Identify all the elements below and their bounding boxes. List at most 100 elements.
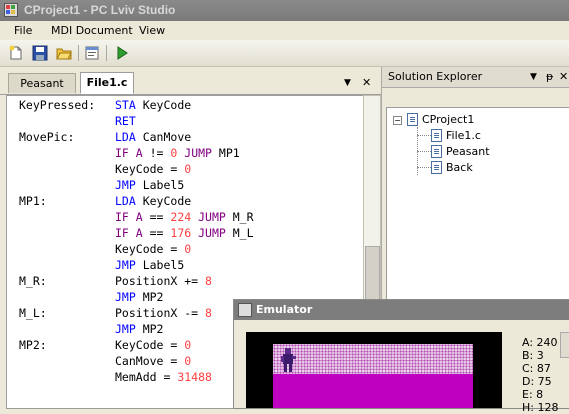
close-document-icon[interactable]: ✕ [362, 76, 371, 89]
document-tab-strip: Peasant File1.c ▼ ✕ [0, 70, 381, 95]
code-instruction: MemAdd = 31488 [115, 370, 212, 384]
emulator-app-icon [238, 303, 252, 317]
tab-peasant[interactable]: Peasant [8, 73, 76, 93]
code-token: PositionX -= [115, 306, 206, 320]
register-e: E: 8 [522, 388, 544, 401]
screen-floor-area [273, 374, 473, 408]
code-token: Label5 [142, 258, 185, 272]
code-token: CanMove [142, 130, 192, 144]
screen-pattern-area [273, 344, 473, 374]
menu-file[interactable]: File [14, 24, 32, 37]
code-token: LDA [115, 130, 143, 144]
emulator-title-bar[interactable]: Emulator [234, 300, 569, 320]
menu-mdi-document[interactable]: MDI Document [51, 24, 133, 37]
code-token: MemAdd = [115, 370, 178, 384]
code-instruction: KeyCode = 0 [115, 242, 191, 256]
code-token: JMP [115, 290, 143, 304]
code-instruction: CanMove = 0 [115, 354, 191, 368]
code-instruction: JMP MP2 [115, 290, 163, 304]
code-token: 0 [184, 162, 192, 176]
code-token: JUMP [198, 226, 233, 240]
code-token: KeyCode [142, 194, 192, 208]
peasant-sprite [281, 348, 296, 372]
code-instruction: IF A != 0 JUMP MP1 [115, 146, 240, 160]
window-title: CProject1 - PC Lviv Studio [24, 3, 176, 17]
properties-icon[interactable] [84, 45, 100, 61]
code-instruction: IF A == 176 JUMP M_L [115, 226, 254, 240]
project-icon [407, 113, 418, 126]
code-label: MP1: [19, 194, 47, 208]
emulator-title: Emulator [256, 303, 313, 316]
panel-dropdown-icon[interactable]: ▼ [530, 72, 537, 82]
code-token: MP2 [142, 290, 164, 304]
code-token: KeyCode [142, 98, 192, 112]
code-label: M_R: [19, 274, 47, 288]
code-label: MovePic: [19, 130, 75, 144]
solution-explorer-title: Solution Explorer [388, 70, 483, 83]
code-token: 0 [184, 338, 192, 352]
code-token: KeyCode = [115, 242, 185, 256]
code-token: JMP [115, 178, 143, 192]
code-instruction: STA KeyCode [115, 98, 191, 112]
code-instruction: LDA CanMove [115, 130, 191, 144]
register-b: B: 3 [522, 349, 544, 362]
file-icon [431, 161, 442, 174]
code-token: 8 [205, 306, 212, 320]
open-folder-icon[interactable] [56, 45, 72, 61]
register-h: H: 128 [522, 401, 559, 414]
tab-file1-c[interactable]: File1.c [80, 72, 134, 94]
code-token: 0 [184, 242, 192, 256]
code-token: M_L [232, 226, 254, 240]
emulator-side-button[interactable] [560, 332, 569, 358]
code-token: STA [115, 98, 143, 112]
code-token: MP2 [142, 322, 164, 336]
tab-list-dropdown-icon[interactable]: ▼ [344, 78, 351, 88]
code-instruction: PositionX -= 8 [115, 306, 212, 320]
code-instruction: IF A == 224 JUMP M_R [115, 210, 254, 224]
file-icon [431, 129, 442, 142]
code-token: LDA [115, 194, 143, 208]
solution-explorer-header: Solution Explorer ▼ ᵽ ✕ [382, 67, 569, 88]
save-icon[interactable] [32, 45, 48, 61]
code-token: IF A [115, 226, 150, 240]
register-a: A: 240 [522, 336, 558, 349]
menu-view[interactable]: View [139, 24, 165, 37]
code-token: CanMove = [115, 354, 185, 368]
code-token: != [149, 146, 171, 160]
code-token: RET [115, 114, 136, 128]
code-token: Label5 [142, 178, 185, 192]
title-bar[interactable]: CProject1 - PC Lviv Studio [0, 0, 569, 21]
code-instruction: JMP Label5 [115, 258, 184, 272]
code-token: 176 [170, 226, 199, 240]
run-icon[interactable] [114, 45, 130, 61]
code-token: JUMP [198, 210, 233, 224]
code-token: 8 [205, 274, 212, 288]
code-instruction: JMP Label5 [115, 178, 184, 192]
app-icon [4, 3, 18, 17]
emulator-window: Emulator A: 240 B: 3 C: 87 D: 75 E: 8 H:… [233, 299, 569, 414]
tree-collapse-toggle[interactable]: − [393, 116, 402, 125]
code-token: IF A [115, 210, 150, 224]
code-token: JUMP [184, 146, 219, 160]
code-token: 0 [170, 146, 185, 160]
code-token: JMP [115, 322, 143, 336]
close-panel-icon[interactable]: ✕ [559, 70, 568, 83]
code-token: == [149, 226, 171, 240]
code-token: == [149, 210, 171, 224]
code-instruction: RET [115, 114, 136, 128]
register-c: C: 87 [522, 362, 551, 375]
code-instruction: KeyCode = 0 [115, 162, 191, 176]
code-instruction: LDA KeyCode [115, 194, 191, 208]
toolbar [0, 40, 569, 67]
code-instruction: JMP MP2 [115, 322, 163, 336]
code-token: KeyCode = [115, 162, 185, 176]
new-file-icon[interactable] [8, 45, 24, 61]
code-token: 224 [170, 210, 199, 224]
code-instruction: KeyCode = 0 [115, 338, 191, 352]
pin-icon[interactable]: ᵽ [546, 70, 553, 83]
emulator-screen[interactable] [246, 332, 502, 408]
code-token: M_R [232, 210, 254, 224]
code-token: PositionX += [115, 274, 206, 288]
code-instruction: PositionX += 8 [115, 274, 212, 288]
code-token: 0 [184, 354, 192, 368]
